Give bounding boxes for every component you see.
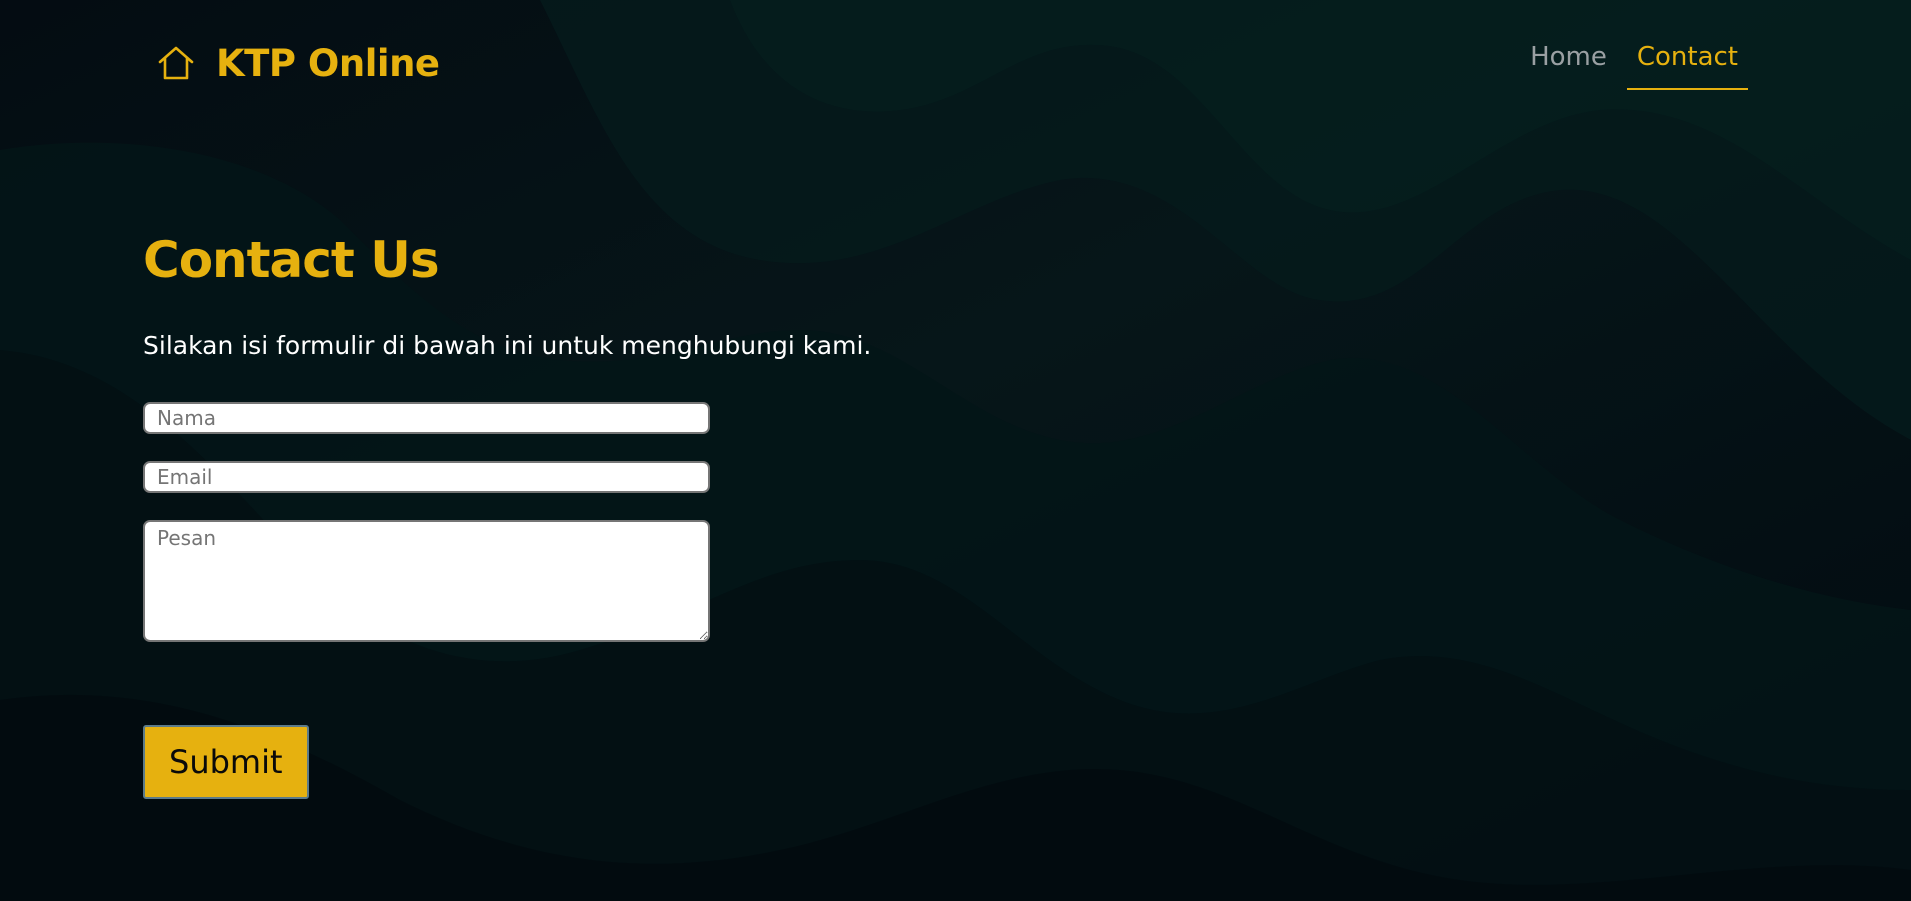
nav-contact-link[interactable]: Contact [1626,42,1748,90]
content-layer: KTP Online Home Contact Contact Us Silak… [0,0,1911,901]
contact-page: KTP Online Home Contact Contact Us Silak… [0,0,1911,901]
brand[interactable]: KTP Online [156,38,440,88]
page-title: Contact Us [143,231,440,289]
contact-form: Submit [143,402,710,799]
name-input[interactable] [143,402,710,434]
home-icon [156,43,196,83]
top-nav: Home Contact [1520,42,1748,90]
email-input[interactable] [143,461,710,493]
nav-home-link[interactable]: Home [1520,42,1617,90]
brand-title: KTP Online [216,41,440,85]
contact-section: Contact Us Silakan isi formulir di bawah… [143,230,1043,799]
page-subtitle: Silakan isi formulir di bawah ini untuk … [143,331,872,360]
submit-button[interactable]: Submit [143,725,309,799]
message-textarea[interactable] [143,520,710,642]
